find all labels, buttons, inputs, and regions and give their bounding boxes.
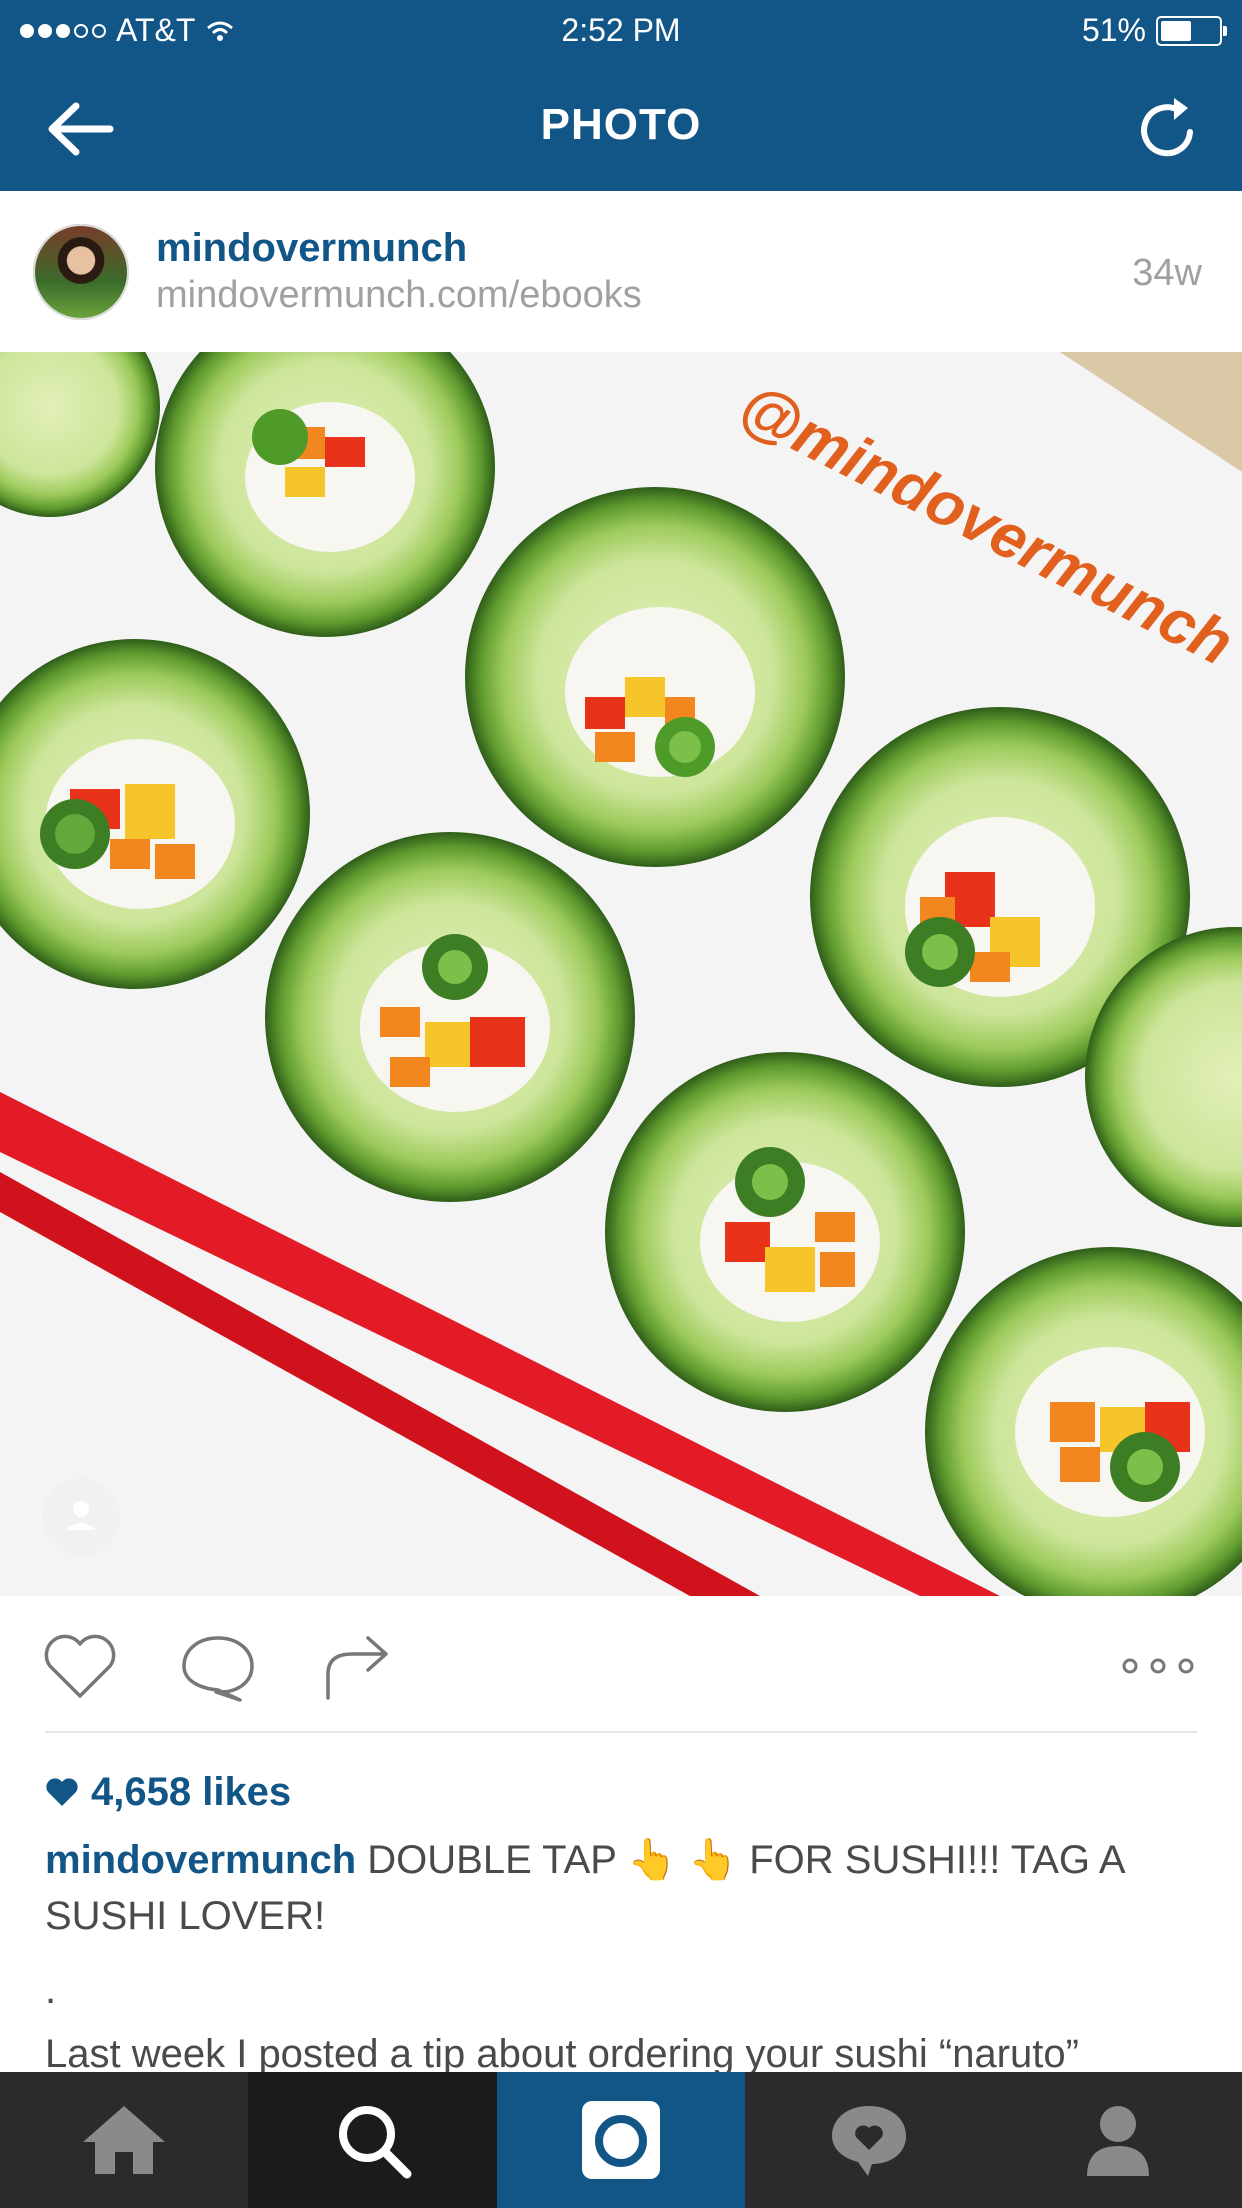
battery-percent: 51% bbox=[1081, 12, 1146, 48]
post-caption: mindovermunch DOUBLE TAP 👆 👆 FOR SUSHI!!… bbox=[45, 1832, 1205, 1944]
more-icon[interactable] bbox=[1118, 1630, 1198, 1702]
tab-home[interactable] bbox=[0, 2072, 248, 2208]
caption-more-text: Last week I posted a tip about ordering … bbox=[45, 2032, 1079, 2076]
tab-profile[interactable] bbox=[994, 2072, 1242, 2208]
heart-filled-icon bbox=[46, 1777, 78, 1806]
camera-icon bbox=[581, 2101, 660, 2179]
share-icon[interactable] bbox=[318, 1630, 398, 1702]
likes-label: 4,658 likes bbox=[91, 1770, 292, 1814]
divider bbox=[45, 1731, 1197, 1733]
avatar[interactable] bbox=[33, 224, 129, 320]
bottom-tab-bar bbox=[0, 2072, 1242, 2208]
home-icon bbox=[83, 2106, 166, 2174]
post-photo[interactable]: @mindovermunch bbox=[0, 352, 1242, 1596]
caption-dot: . bbox=[45, 1968, 57, 2012]
activity-icon bbox=[832, 2106, 907, 2176]
status-time: 2:52 PM bbox=[561, 12, 681, 48]
battery-indicator: 51% bbox=[1081, 12, 1227, 49]
likes-count[interactable]: 4,658 likes bbox=[45, 1770, 291, 1815]
profile-icon bbox=[1086, 2106, 1149, 2176]
post-location-link[interactable]: mindovermunch.com/ebooks bbox=[156, 274, 642, 317]
status-bar: AT&T 2:52 PM 51% bbox=[0, 0, 1242, 62]
refresh-icon[interactable] bbox=[1132, 94, 1202, 164]
search-icon bbox=[338, 2106, 412, 2179]
post-time-ago: 34w bbox=[1132, 252, 1202, 294]
post-header bbox=[0, 191, 1242, 354]
comment-icon[interactable] bbox=[178, 1630, 258, 1702]
top-navigation-bar: AT&T 2:52 PM 51% PHOTO bbox=[0, 0, 1242, 191]
battery-icon bbox=[1156, 15, 1227, 46]
tab-camera[interactable] bbox=[496, 2072, 746, 2208]
caption-username[interactable]: mindovermunch bbox=[45, 1838, 356, 1882]
post-username[interactable]: mindovermunch bbox=[156, 226, 467, 271]
heart-icon[interactable] bbox=[40, 1630, 120, 1702]
tab-search[interactable] bbox=[248, 2072, 497, 2208]
page-title: PHOTO bbox=[540, 100, 702, 149]
tab-activity[interactable] bbox=[745, 2072, 993, 2208]
tagged-users-icon[interactable] bbox=[42, 1478, 120, 1556]
